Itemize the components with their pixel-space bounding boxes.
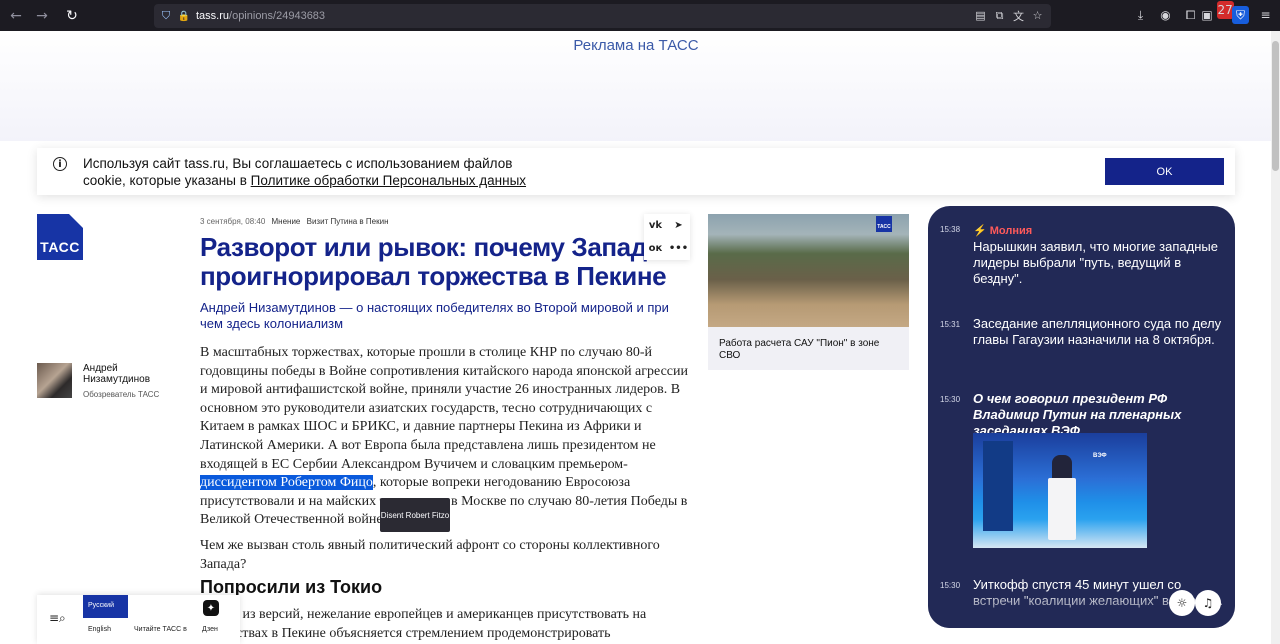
dzen-link[interactable]: Дзен xyxy=(202,626,218,633)
lightning-label: ⚡ Молния xyxy=(973,225,1033,237)
article-paragraph: Одной из версий, нежелание европейцев и … xyxy=(200,607,647,641)
photo-screen xyxy=(983,441,1013,531)
read-tass-label: Читайте ТАСС в xyxy=(134,626,187,633)
url-actions: ▤ ⧉ 文 ☆ xyxy=(973,8,1045,23)
hamburger-menu-icon[interactable]: ≡ xyxy=(1257,6,1274,24)
toolbar-icons: ⤓ ◉ ⧠ ▣ 27 ⛨ ≡ xyxy=(1132,1,1274,24)
scrollbar-thumb[interactable] xyxy=(1272,41,1279,171)
news-feed: 15:38 ⚡ Молния Нарышкин заявил, что мног… xyxy=(928,206,1235,628)
cookie-ok-button[interactable]: OK xyxy=(1105,158,1224,185)
browser-toolbar: ← → ↻ ⛉ 🔒 tass.ru/opinions/24943683 ▤ ⧉ … xyxy=(0,0,1280,31)
extension-icon[interactable]: ◉ xyxy=(1157,6,1174,24)
back-arrow-icon[interactable]: ← xyxy=(5,5,27,27)
feed-time: 15:31 xyxy=(940,320,961,329)
theme-toggle-icon[interactable]: ☼ xyxy=(1169,590,1195,616)
info-icon: i xyxy=(53,157,67,171)
feed-photo[interactable]: ВЭФ xyxy=(973,433,1147,548)
article-tag-topic[interactable]: Визит Путина в Пекин xyxy=(307,217,389,226)
article-body: В масштабных торжествах, которые прошли … xyxy=(200,344,688,581)
more-icon[interactable]: ••• xyxy=(667,237,690,260)
feed-text[interactable]: О чем говорил президент РФ Владимир Пути… xyxy=(973,391,1228,439)
lang-russian[interactable]: Русский xyxy=(83,595,128,618)
menu-search-icon[interactable]: ≡⌕ xyxy=(49,611,66,626)
scrollbar[interactable] xyxy=(1271,31,1280,644)
odnoklassniki-icon[interactable]: ок xyxy=(644,237,667,260)
card-image[interactable]: ТАСС xyxy=(708,214,909,327)
card-caption[interactable]: Работа расчета САУ "Пион" в зоне СВО xyxy=(719,338,899,362)
card-logo: ТАСС xyxy=(876,216,892,232)
feed-time: 15:38 xyxy=(940,225,961,234)
lock-icon[interactable]: 🔒 xyxy=(178,10,190,22)
share-panel: vk ➤ ок ••• xyxy=(644,214,690,260)
language-switch: Русский English xyxy=(83,595,128,644)
address-bar[interactable]: ⛉ 🔒 tass.ru/opinions/24943683 ▤ ⧉ 文 ☆ xyxy=(154,4,1051,28)
bookmark-star-icon[interactable]: ☆ xyxy=(1030,8,1045,23)
author-role: Обозреватель ТАСС xyxy=(83,390,160,399)
selected-text[interactable]: диссидентом Робертом Фицо xyxy=(200,475,373,491)
article-tag-opinion[interactable]: Мнение xyxy=(272,217,301,226)
url-text[interactable]: tass.ru/opinions/24943683 xyxy=(196,10,325,22)
vk-icon[interactable]: vk xyxy=(644,214,667,237)
photo-podium xyxy=(1048,478,1076,540)
puzzle-icon[interactable]: ⧠ xyxy=(1182,6,1199,24)
photo-card[interactable]: ТАСС Работа расчета САУ "Пион" в зоне СВ… xyxy=(708,214,909,370)
privacy-policy-link[interactable]: Политике обработки Персональных данных xyxy=(251,173,526,188)
feed-time: 15:30 xyxy=(940,395,961,404)
article-date: 3 сентября, 08:40 xyxy=(200,217,266,226)
photo-logo: ВЭФ xyxy=(1093,453,1107,459)
telegram-icon[interactable]: ➤ xyxy=(667,214,690,237)
article-lead: Андрей Низамутдинов — о настоящих победи… xyxy=(200,300,669,331)
tass-logo[interactable]: ТАСС xyxy=(37,214,83,260)
dzen-icon[interactable]: ✦ xyxy=(203,600,219,616)
cookie-banner: i Используя сайт tass.ru, Вы соглашаетес… xyxy=(37,148,1235,195)
lang-english[interactable]: English xyxy=(88,626,111,633)
feed-text[interactable]: Заседание апелляционного суда по делу гл… xyxy=(973,316,1228,348)
ad-label[interactable]: Реклама на ТАСС xyxy=(0,37,1272,54)
article-title: Разворот или рывок: почему Запад проигно… xyxy=(200,232,667,291)
reader-view-icon[interactable]: ▤ xyxy=(973,8,988,23)
cookie-text: Используя сайт tass.ru, Вы соглашаетесь … xyxy=(83,156,527,188)
article-paragraph: Чем же вызван столь явный политический а… xyxy=(200,537,660,572)
author-name[interactable]: Андрей Низамутдинов xyxy=(83,363,173,385)
forward-arrow-icon[interactable]: → xyxy=(31,5,53,27)
author-photo[interactable] xyxy=(37,363,72,398)
download-icon[interactable]: ⤓ xyxy=(1132,6,1149,24)
feed-text[interactable]: Нарышкин заявил, что многие западные лид… xyxy=(973,239,1228,287)
translation-tooltip: Disent Robert Fitzo xyxy=(380,498,450,532)
article-meta: 3 сентября, 08:40 Мнение Визит Путина в … xyxy=(200,217,392,226)
notification-bell-icon[interactable]: ♫ xyxy=(1195,590,1221,616)
bottom-bar: ≡⌕ Русский English Читайте ТАСС в ✦ Дзен xyxy=(37,595,240,644)
translate-icon[interactable]: 文 xyxy=(1011,8,1026,23)
shield-extension-icon[interactable]: ⛨ xyxy=(1232,6,1249,24)
screenshot-icon[interactable]: ⧉ xyxy=(992,8,1007,23)
reload-icon[interactable]: ↻ xyxy=(61,5,83,27)
extension-badge-icon[interactable]: ▣ 27 xyxy=(1201,1,1234,24)
shield-icon[interactable]: ⛉ xyxy=(160,9,172,23)
